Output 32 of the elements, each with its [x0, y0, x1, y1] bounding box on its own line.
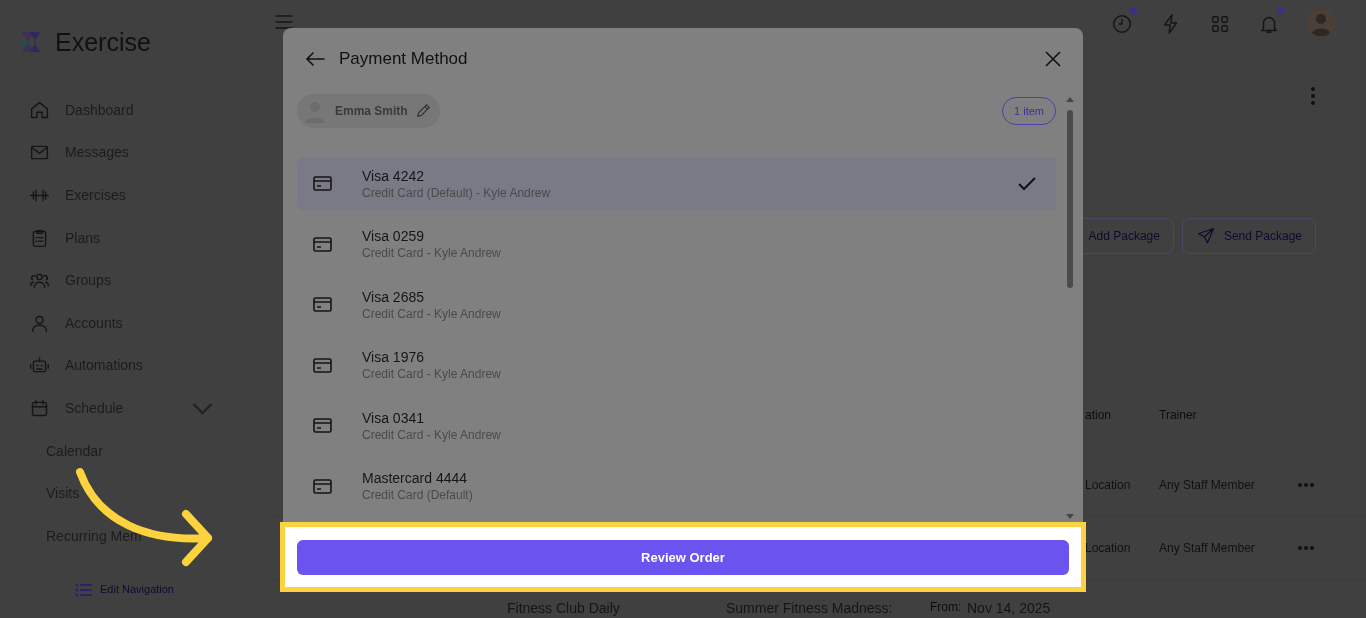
more-icon[interactable]	[1298, 545, 1314, 550]
payment-method-item[interactable]: Visa 4242 Credit Card (Default) - Kyle Andrew	[297, 157, 1056, 210]
scrollbar[interactable]	[1065, 96, 1075, 520]
modal-title: Payment Method	[339, 48, 468, 71]
customer-chip[interactable]: Emma Smith	[297, 94, 440, 128]
card-name: Mastercard 4444	[362, 469, 469, 487]
pencil-icon	[415, 104, 430, 118]
credit-card-icon	[313, 297, 332, 312]
review-order-button[interactable]: Review Order	[297, 540, 1069, 575]
credit-card-icon	[313, 478, 332, 494]
credit-card-icon	[313, 176, 332, 191]
credit-card-icon	[313, 418, 332, 433]
more-icon[interactable]	[1310, 85, 1316, 106]
more-icon[interactable]	[1298, 482, 1314, 487]
card-name: Visa 1976	[362, 348, 425, 366]
card-name: Visa 4242	[362, 166, 425, 185]
card-details: Credit Card (Default) - Kyle Andrew	[362, 184, 552, 201]
list-icon	[75, 582, 92, 597]
back-arrow-icon[interactable]	[305, 51, 325, 67]
avatar[interactable]	[1307, 7, 1335, 36]
card-name: Visa 0341	[362, 408, 425, 427]
close-icon[interactable]	[1045, 51, 1061, 67]
calendar-icon	[29, 397, 50, 419]
checkmark-icon	[1018, 176, 1036, 191]
send-icon	[1195, 226, 1216, 245]
card-name: Visa 0259	[362, 227, 425, 245]
card-name: Visa 2685	[362, 287, 425, 306]
home-icon	[29, 99, 50, 121]
menu-icon[interactable]	[274, 12, 294, 31]
history-icon[interactable]	[1111, 12, 1133, 35]
credit-card-icon	[313, 236, 332, 252]
credit-card-icon	[313, 357, 332, 373]
